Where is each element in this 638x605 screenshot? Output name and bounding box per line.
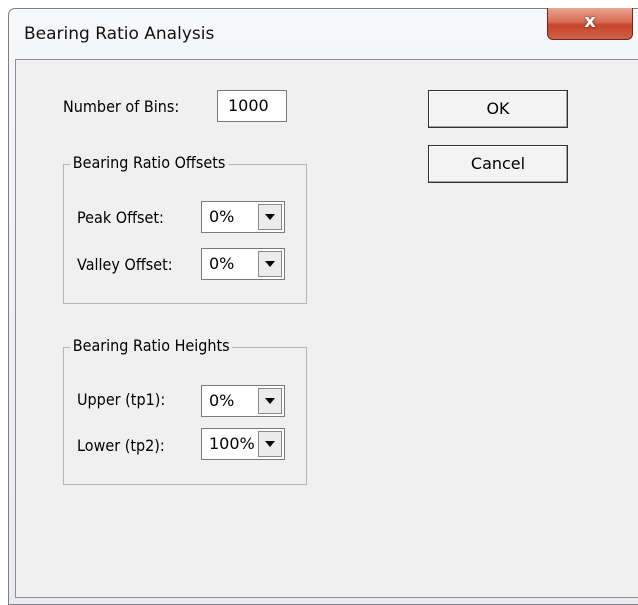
peak-offset-value: 0% — [209, 207, 235, 226]
bins-label: Number of Bins: — [63, 97, 180, 116]
valley-offset-label: Valley Offset: — [77, 255, 173, 274]
heights-group-label: Bearing Ratio Heights — [70, 336, 233, 355]
offsets-group — [63, 164, 307, 304]
upper-height-select[interactable]: 0% — [201, 385, 285, 417]
close-icon: x — [584, 11, 596, 32]
valley-offset-select[interactable]: 0% — [201, 248, 285, 280]
lower-height-value: 100% — [209, 434, 255, 453]
upper-height-label: Upper (tp1): — [77, 390, 166, 409]
chevron-down-icon[interactable] — [258, 388, 282, 414]
ok-button[interactable]: OK — [428, 90, 568, 128]
upper-height-value: 0% — [209, 391, 235, 410]
peak-offset-select[interactable]: 0% — [201, 201, 285, 233]
lower-height-label: Lower (tp2): — [77, 436, 165, 455]
lower-height-select[interactable]: 100% — [201, 428, 285, 460]
offsets-group-label: Bearing Ratio Offsets — [70, 153, 229, 172]
cancel-button[interactable]: Cancel — [428, 145, 568, 183]
peak-offset-label: Peak Offset: — [77, 208, 164, 227]
dialog-client-area — [15, 59, 638, 598]
chevron-down-icon[interactable] — [258, 251, 282, 277]
close-button[interactable]: x — [547, 8, 633, 40]
chevron-down-icon[interactable] — [258, 204, 282, 230]
chevron-down-icon[interactable] — [258, 431, 282, 457]
window-title: Bearing Ratio Analysis — [24, 24, 215, 44]
bins-input[interactable]: 1000 — [217, 90, 287, 122]
valley-offset-value: 0% — [209, 254, 235, 273]
